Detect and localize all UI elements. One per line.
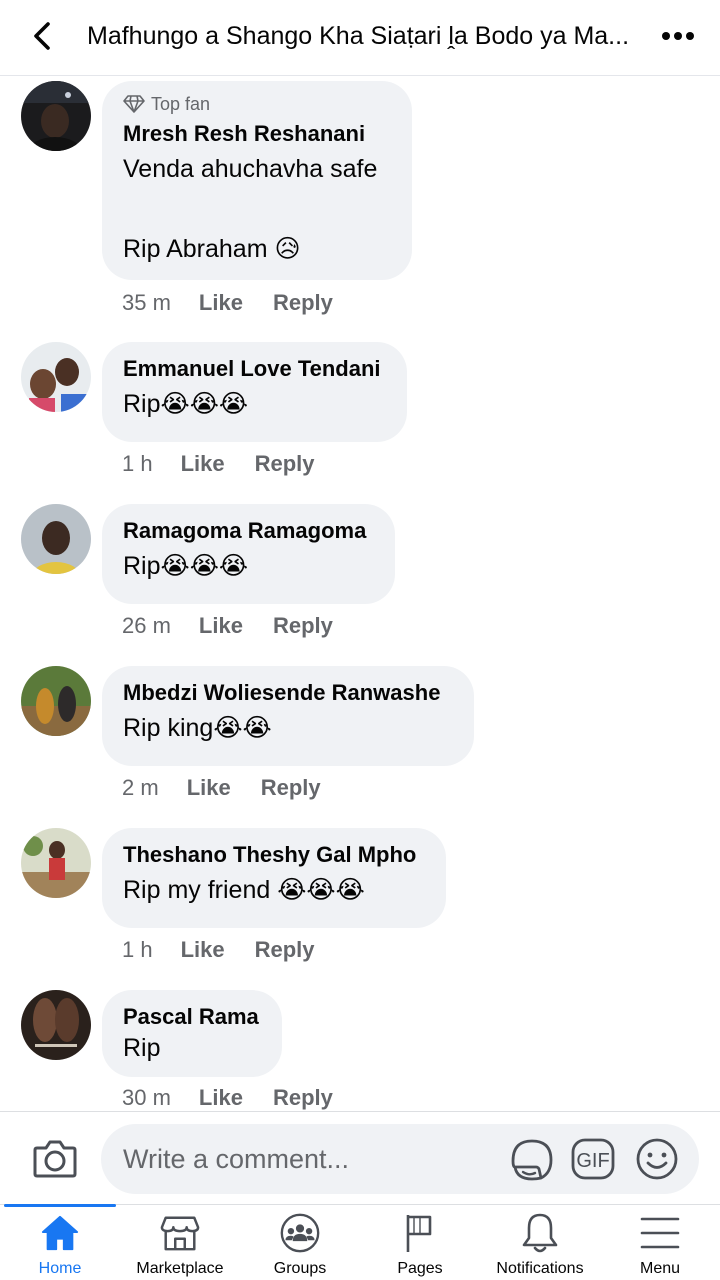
avatar[interactable]: [21, 342, 91, 412]
comment-input-pill: GIF: [101, 1124, 699, 1194]
comment-list[interactable]: Top fan Mresh Resh Reshanani Venda ahuch…: [0, 77, 720, 1110]
comment-actions: 35 m Like Reply: [122, 289, 333, 317]
comment-timestamp: 26 m: [122, 613, 171, 638]
comment-input[interactable]: [123, 1140, 493, 1178]
avatar[interactable]: [21, 828, 91, 898]
comment-actions: 30 m Like Reply: [122, 1084, 333, 1110]
sticker-icon: [511, 1139, 553, 1181]
like-button[interactable]: Like: [199, 612, 243, 640]
reply-button[interactable]: Reply: [273, 612, 333, 640]
emoji-icon: [636, 1138, 678, 1180]
nav-label: Groups: [273, 1260, 327, 1277]
more-horizontal-icon: [662, 32, 694, 40]
nav-marketplace[interactable]: Marketplace: [120, 1205, 240, 1280]
like-button[interactable]: Like: [187, 774, 231, 802]
gif-label: GIF: [576, 1150, 609, 1172]
nav-label: Home: [38, 1260, 82, 1277]
comment-text: Rip: [123, 1034, 161, 1062]
like-button[interactable]: Like: [181, 936, 225, 964]
avatar[interactable]: [21, 81, 91, 151]
home-icon: [40, 1213, 80, 1253]
comment-author[interactable]: Mresh Resh Reshanani: [123, 119, 390, 149]
comment-actions: 1 h Like Reply: [122, 936, 315, 964]
comment-bubble[interactable]: Ramagoma Ramagoma Rip😭😭😭: [102, 504, 395, 604]
comment-text: Venda ahuchavha safe Rip Abraham 😥: [123, 155, 378, 263]
comment-author[interactable]: Emmanuel Love Tendani: [123, 354, 385, 384]
flag-icon: [400, 1213, 440, 1253]
nav-label: Pages: [397, 1260, 443, 1277]
comment-text: Rip😭😭😭: [123, 390, 249, 418]
comment-author[interactable]: Theshano Theshy Gal Mpho: [123, 840, 424, 870]
comment-bubble[interactable]: Pascal Rama Rip: [102, 990, 282, 1077]
back-button[interactable]: [22, 16, 62, 56]
screen: Mafhungo a Shango Kha Siaṭari ḽa Bodo ya…: [0, 0, 720, 1280]
comment-author[interactable]: Ramagoma Ramagoma: [123, 516, 373, 546]
nav-label: Notifications: [496, 1260, 584, 1277]
comment-timestamp: 1 h: [122, 937, 153, 962]
reply-button[interactable]: Reply: [273, 289, 333, 317]
nav-notifications[interactable]: Notifications: [480, 1205, 600, 1280]
comment-author[interactable]: Mbedzi Woliesende Ranwashe: [123, 678, 452, 708]
nav-label: Menu: [639, 1260, 681, 1277]
nav-pages[interactable]: Pages: [360, 1205, 480, 1280]
gif-button[interactable]: GIF: [571, 1138, 615, 1180]
comment-bubble[interactable]: Mbedzi Woliesende Ranwashe Rip king😭😭: [102, 666, 474, 766]
comment-actions: 1 h Like Reply: [122, 450, 315, 478]
marketplace-icon: [160, 1213, 200, 1253]
comment-actions: 2 m Like Reply: [122, 774, 321, 802]
avatar[interactable]: [21, 504, 91, 574]
camera-icon: [33, 1140, 77, 1178]
groups-icon: [280, 1213, 320, 1253]
reply-button[interactable]: Reply: [261, 774, 321, 802]
more-options-button[interactable]: [652, 16, 704, 56]
nav-groups[interactable]: Groups: [240, 1205, 360, 1280]
nav-home[interactable]: Home: [0, 1204, 120, 1280]
chevron-left-icon: [34, 22, 50, 50]
comment-bubble[interactable]: Top fan Mresh Resh Reshanani Venda ahuch…: [102, 81, 412, 280]
top-bar: Mafhungo a Shango Kha Siaṭari ḽa Bodo ya…: [0, 0, 720, 76]
comment-author[interactable]: Pascal Rama: [123, 1002, 260, 1032]
page-title: Mafhungo a Shango Kha Siaṭari ḽa Bodo ya…: [87, 22, 630, 50]
avatar[interactable]: [21, 666, 91, 736]
sticker-button[interactable]: [509, 1137, 555, 1183]
comment-timestamp: 35 m: [122, 290, 171, 315]
reply-button[interactable]: Reply: [273, 1084, 333, 1110]
like-button[interactable]: Like: [181, 450, 225, 478]
camera-button[interactable]: [32, 1138, 78, 1180]
comment-actions: 26 m Like Reply: [122, 612, 333, 640]
comment-timestamp: 2 m: [122, 775, 159, 800]
comment-text: Rip😭😭😭: [123, 552, 249, 580]
comment-timestamp: 30 m: [122, 1085, 171, 1110]
avatar[interactable]: [21, 990, 91, 1060]
nav-label: Marketplace: [136, 1260, 224, 1277]
comment-text: Rip king😭😭: [123, 714, 272, 742]
comment-composer: GIF: [0, 1111, 720, 1204]
bottom-navigation: Home Marketplace Groups Pages Notificati…: [0, 1204, 720, 1280]
reply-button[interactable]: Reply: [255, 936, 315, 964]
diamond-icon: [123, 95, 145, 113]
like-button[interactable]: Like: [199, 1084, 243, 1110]
reply-button[interactable]: Reply: [255, 450, 315, 478]
comment-timestamp: 1 h: [122, 451, 153, 476]
bell-icon: [520, 1213, 560, 1253]
top-fan-badge: Top fan: [123, 93, 390, 115]
comment-bubble[interactable]: Theshano Theshy Gal Mpho Rip my friend 😭…: [102, 828, 446, 928]
hamburger-menu-icon: [640, 1213, 680, 1253]
badge-label: Top fan: [151, 94, 211, 114]
like-button[interactable]: Like: [199, 289, 243, 317]
comment-bubble[interactable]: Emmanuel Love Tendani Rip😭😭😭: [102, 342, 407, 442]
comment-text: Rip my friend 😭😭😭: [123, 876, 365, 904]
nav-menu[interactable]: Menu: [600, 1205, 720, 1280]
emoji-button[interactable]: [635, 1137, 679, 1181]
